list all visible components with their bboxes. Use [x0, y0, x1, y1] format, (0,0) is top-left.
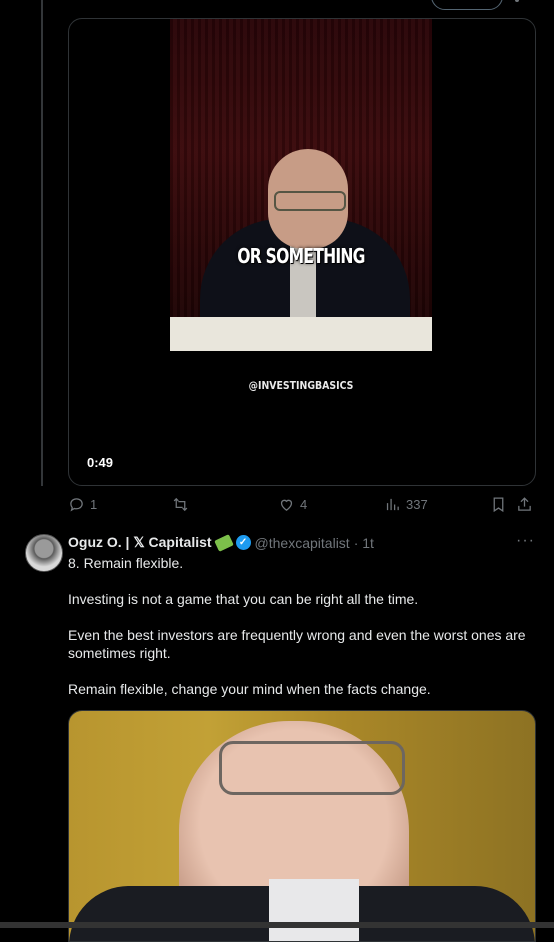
tweet-paragraph: 8. Remain flexible. [68, 555, 184, 571]
bookmark-button[interactable] [490, 494, 507, 514]
retweet-button[interactable] [172, 494, 189, 514]
tweet-actions-bar: 1 4 337 [68, 494, 534, 516]
thread-connector-line [41, 0, 43, 486]
views-count: 337 [406, 496, 428, 512]
video-player[interactable]: OR SOMETHING @INVESTINGBASICS 0:49 [68, 18, 536, 486]
person-glasses [274, 191, 346, 211]
tweet-paragraph: Even the best investors are frequently w… [68, 627, 526, 661]
video-caption: OR SOMETHING [237, 244, 365, 268]
tweet-paragraph: Remain flexible, change your mind when t… [68, 681, 431, 697]
top-menu-dot [515, 0, 519, 2]
bottom-scrollbar [0, 922, 554, 928]
like-button[interactable]: 4 [278, 494, 307, 514]
reply-icon [70, 497, 83, 512]
desk-papers [170, 317, 432, 351]
retweet-icon [173, 497, 188, 511]
views-button[interactable]: 337 [384, 494, 428, 514]
money-emoji-icon [213, 533, 234, 552]
more-options-icon[interactable]: ··· [516, 532, 535, 550]
reply-button[interactable]: 1 [68, 494, 97, 514]
photo-glasses [219, 741, 405, 795]
avatar[interactable] [25, 534, 63, 572]
bookmark-icon [493, 496, 504, 512]
tweet-paragraph: Investing is not a game that you can be … [68, 591, 419, 607]
verified-badge-icon: ✓ [235, 535, 251, 550]
reply-count: 1 [90, 496, 98, 512]
author-handle[interactable]: @thexcapitalist [255, 535, 350, 551]
video-watermark: @INVESTINGBASICS [248, 379, 354, 392]
tweet-header: Oguz O. | 𝕏 Capitalist ✓ @thexcapitalist… [68, 533, 374, 552]
like-count: 4 [300, 496, 308, 512]
share-button[interactable] [516, 494, 533, 514]
tweet-media-image[interactable] [68, 710, 536, 942]
top-button[interactable] [431, 0, 503, 10]
video-duration: 0:49 [87, 455, 114, 470]
author-name[interactable]: Oguz O. | 𝕏 Capitalist [68, 534, 212, 551]
views-icon [386, 498, 399, 510]
photo-collar [269, 879, 359, 941]
tweet-text: 8. Remain flexible. Investing is not a g… [68, 554, 528, 716]
share-icon [518, 496, 531, 511]
tweet-time[interactable]: · 1t [354, 535, 374, 551]
video-frame [170, 19, 432, 351]
like-icon [280, 499, 293, 511]
